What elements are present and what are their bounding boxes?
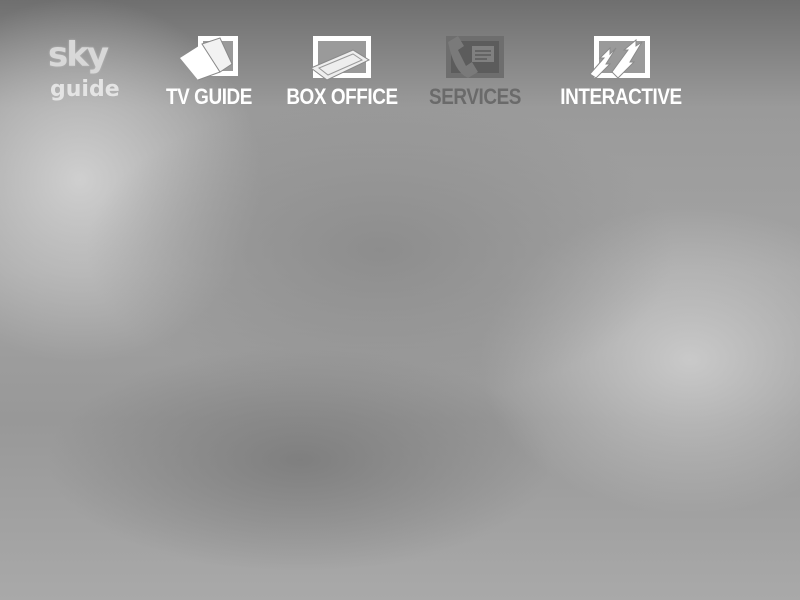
menu-item-tv-guide[interactable]: TV GUIDE <box>152 32 266 112</box>
menu-label-services: SERVICES <box>429 84 521 109</box>
menu-item-box-office[interactable]: BOX OFFICE <box>272 32 412 112</box>
tv-guide-book-icon <box>180 36 238 81</box>
menu-label-tv-guide: TV GUIDE <box>166 84 252 109</box>
box-office-ticket-icon <box>310 36 371 81</box>
sky-guide-logo: sky guide <box>48 38 132 112</box>
logo-sky-text: sky <box>48 35 109 75</box>
menu-item-interactive[interactable]: INTERACTIVE <box>540 32 702 112</box>
menu-label-box-office: BOX OFFICE <box>286 84 398 109</box>
menu-item-services[interactable]: SERVICES <box>414 32 536 112</box>
services-phone-icon <box>446 36 504 78</box>
logo-guide-text: guide <box>50 77 120 102</box>
top-navigation-bar: sky guide TV GUIDE BOX OFFICE SERVICES I… <box>0 0 800 130</box>
interactive-arrows-icon <box>589 36 650 79</box>
menu-label-interactive: INTERACTIVE <box>560 84 682 109</box>
